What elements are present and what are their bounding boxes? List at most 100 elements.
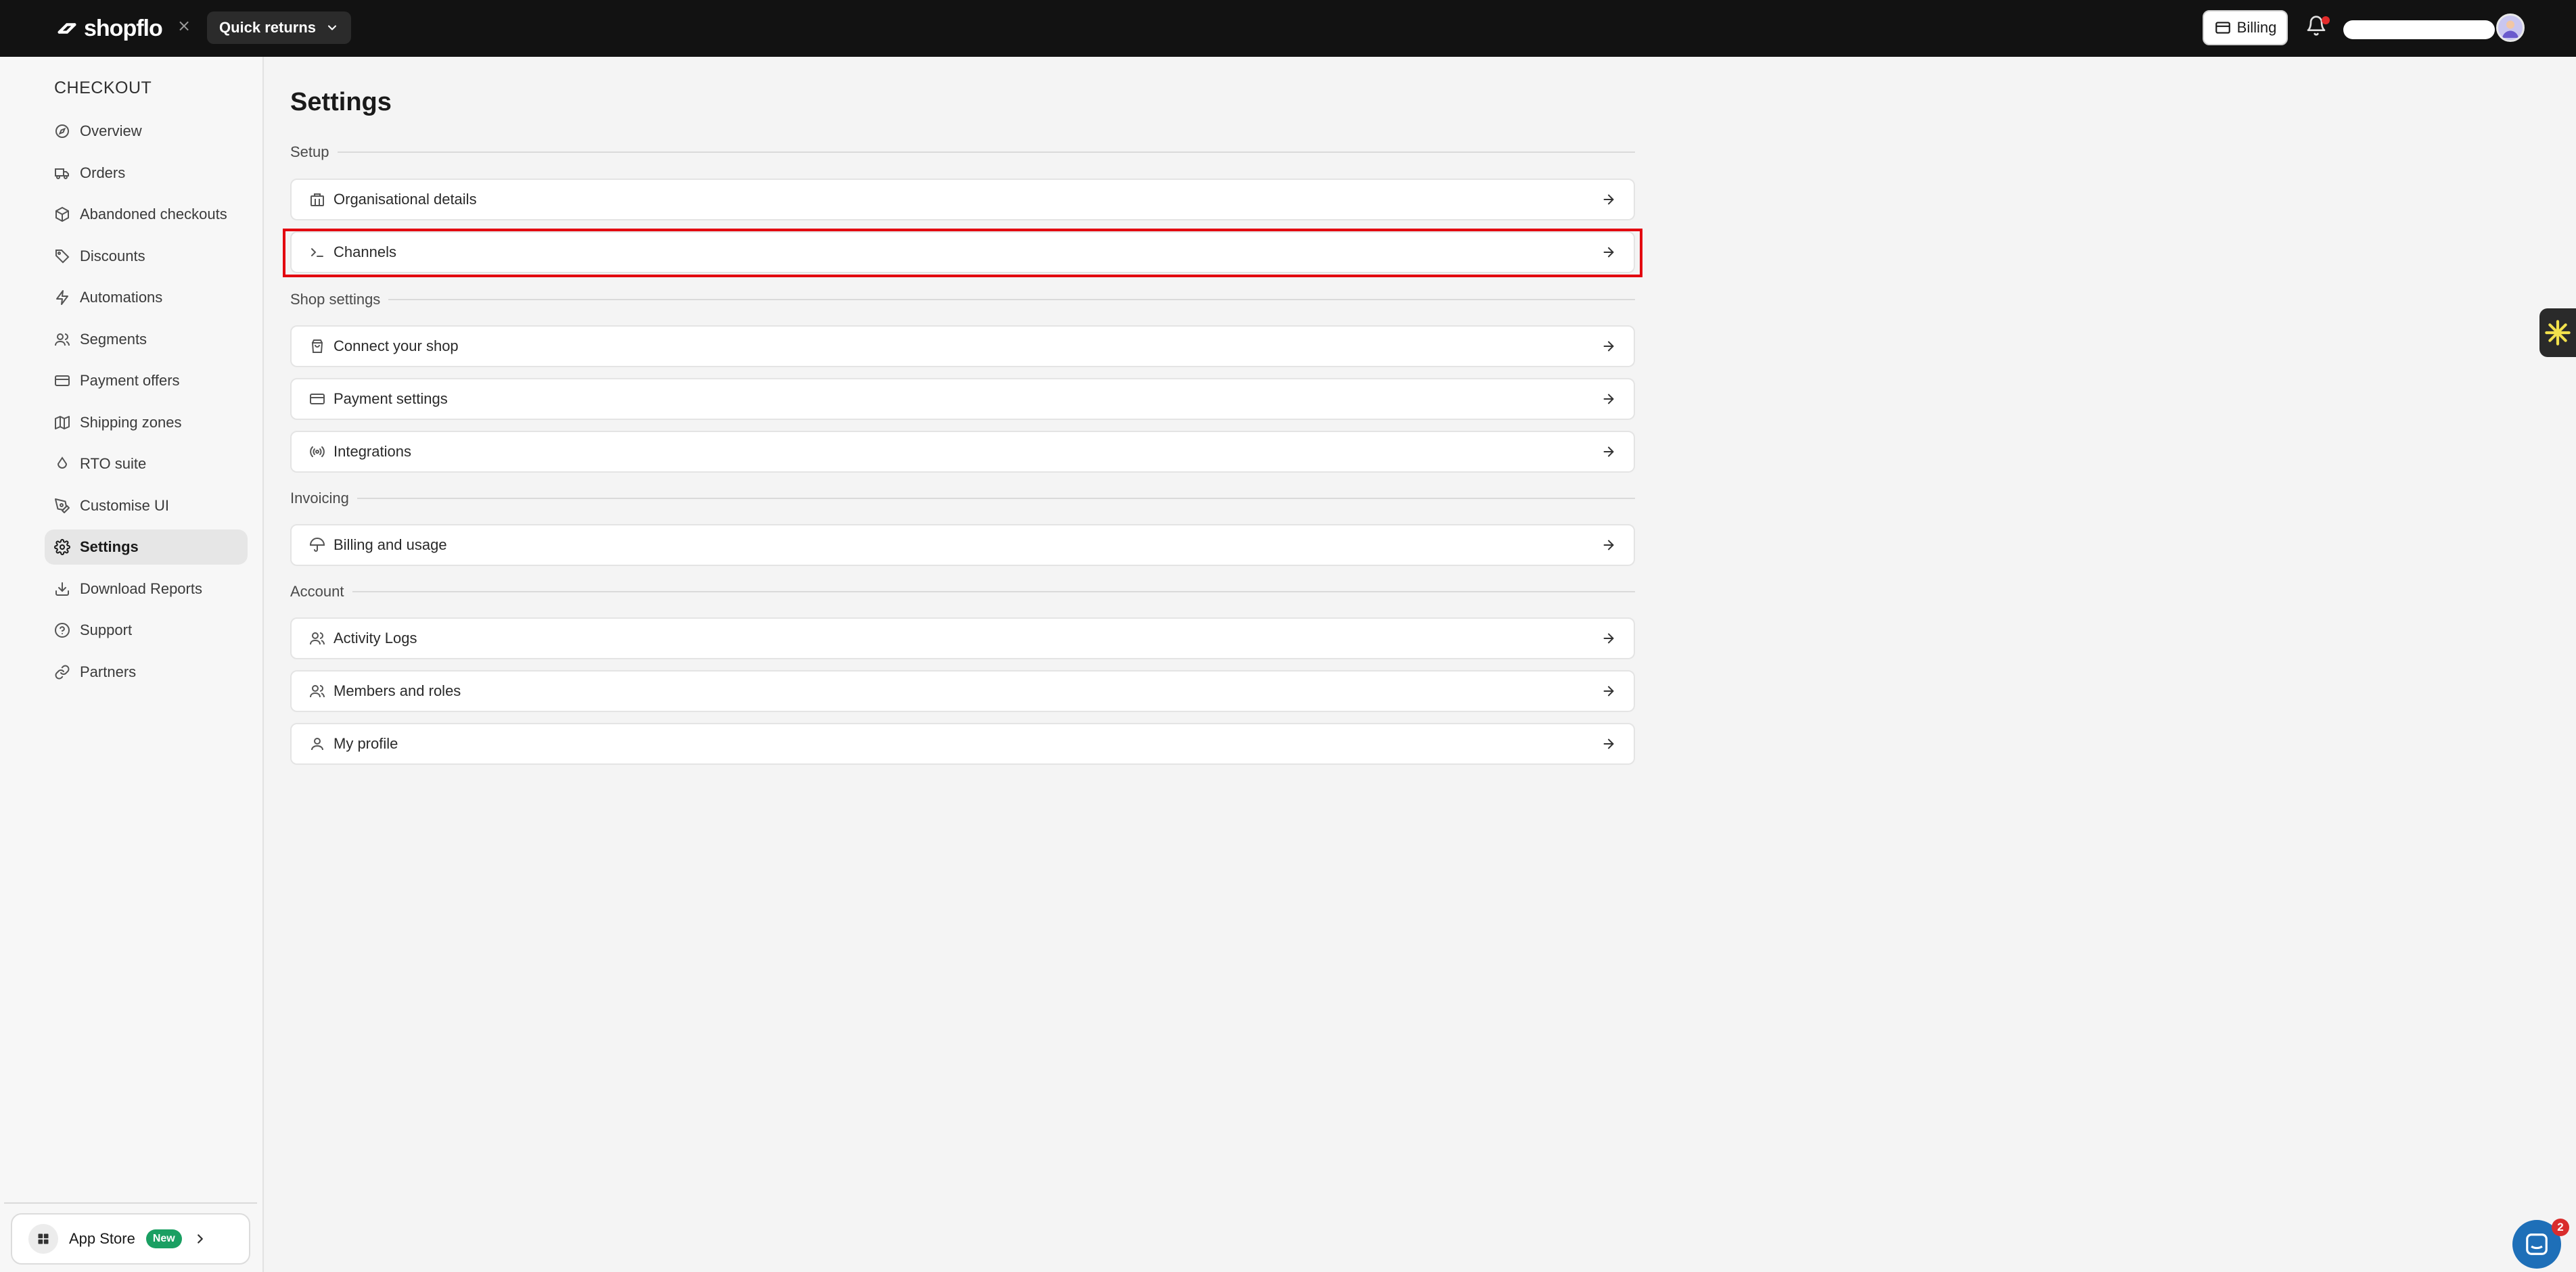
brand-logo[interactable]: shopflo <box>55 14 163 43</box>
building-icon <box>310 193 324 206</box>
top-bar: shopflo × Quick returns Billing <box>0 0 2576 57</box>
settings-row-label: Connect your shop <box>334 337 459 354</box>
sidebar-item-shipping-zones[interactable]: Shipping zones <box>45 405 248 440</box>
tag-icon <box>55 249 70 263</box>
shopping-bag-icon <box>311 339 323 353</box>
avatar[interactable] <box>2496 14 2525 42</box>
sidebar-item-label: Shipping zones <box>80 413 182 431</box>
arrow-right-icon <box>1603 194 1614 205</box>
sidebar-item-overview[interactable]: Overview <box>45 114 248 149</box>
sidebar-item-segments[interactable]: Segments <box>45 322 248 357</box>
chat-unread-badge: 2 <box>2552 1219 2569 1236</box>
divider <box>388 299 1635 300</box>
settings-row-payment-settings[interactable]: Payment settings <box>290 378 1635 420</box>
truck-icon <box>55 168 69 179</box>
user-avatar-icon <box>2502 20 2518 38</box>
section-header-setup: Setup <box>290 143 1635 161</box>
download-icon <box>55 582 69 596</box>
sidebar-item-discounts[interactable]: Discounts <box>45 239 248 274</box>
arrow-right-icon <box>1603 686 1614 697</box>
help-circle-icon <box>55 623 70 638</box>
section-label: Shop settings <box>290 291 381 308</box>
users-icon <box>310 685 325 698</box>
sidebar-item-automations[interactable]: Automations <box>45 280 248 315</box>
credit-card-icon <box>2215 22 2230 34</box>
asterisk-icon <box>2545 320 2571 346</box>
bolt-icon <box>56 290 68 305</box>
umbrella-icon <box>309 538 325 552</box>
sidebar-heading: CHECKOUT <box>54 78 152 97</box>
section-header-account: Account <box>290 583 1635 600</box>
users-icon <box>310 632 325 645</box>
section-header-shop-settings: Shop settings <box>290 291 1635 308</box>
billing-label: Billing <box>2236 19 2277 36</box>
sidebar-item-label: Download Reports <box>80 580 202 597</box>
settings-row-channels[interactable]: Channels <box>290 231 1635 273</box>
sidebar-item-label: Overview <box>80 122 142 139</box>
radio-icon <box>310 446 325 457</box>
app-store-label: App Store <box>69 1230 135 1247</box>
credit-card-icon <box>310 394 325 404</box>
settings-row-label: Payment settings <box>334 390 448 407</box>
notification-dot <box>2322 16 2330 24</box>
section-label: Invoicing <box>290 490 349 507</box>
settings-row-label: Channels <box>334 243 396 260</box>
sidebar-item-partners[interactable]: Partners <box>45 655 248 690</box>
sidebar-item-label: RTO suite <box>80 455 147 472</box>
sidebar-item-label: Orders <box>80 164 126 181</box>
store-name: Quick returns <box>219 19 317 36</box>
sidebar-item-support[interactable]: Support <box>45 613 248 648</box>
user-name-field[interactable] <box>2343 20 2495 39</box>
settings-row-billing-and-usage[interactable]: Billing and usage <box>290 524 1635 566</box>
sidebar-item-label: Automations <box>80 289 163 306</box>
sidebar-item-label: Settings <box>80 538 139 555</box>
divider <box>352 591 1635 592</box>
sidebar-item-download-reports[interactable]: Download Reports <box>45 571 248 607</box>
arrow-right-icon <box>1603 540 1614 550</box>
users-icon <box>55 333 70 346</box>
sidebar-item-label: Support <box>80 621 133 638</box>
settings-row-integrations[interactable]: Integrations <box>290 431 1635 473</box>
settings-row-label: Billing and usage <box>334 536 447 553</box>
settings-row-members-and-roles[interactable]: Members and roles <box>290 670 1635 712</box>
arrow-right-icon <box>1603 394 1614 404</box>
arrow-right-icon <box>1603 633 1614 644</box>
chat-icon <box>2526 1233 2548 1255</box>
sidebar-item-label: Payment offers <box>80 372 180 389</box>
box-icon <box>55 206 69 222</box>
notifications-button[interactable] <box>2305 15 2330 39</box>
app-store-button[interactable]: App Store New <box>11 1213 250 1265</box>
sidebar: CHECKOUT Overview Orders Abandoned check… <box>0 57 264 1272</box>
billing-button[interactable]: Billing <box>2203 10 2288 45</box>
grid-icon <box>28 1224 58 1254</box>
settings-row-connect-your-shop[interactable]: Connect your shop <box>290 325 1635 367</box>
settings-row-label: Activity Logs <box>334 630 417 646</box>
map-icon <box>55 415 70 429</box>
store-switcher[interactable]: Quick returns <box>207 11 352 44</box>
new-badge: New <box>145 1229 182 1248</box>
settings-row-label: Members and roles <box>334 682 461 699</box>
settings-row-my-profile[interactable]: My profile <box>290 723 1635 765</box>
sidebar-item-orders[interactable]: Orders <box>45 156 248 191</box>
brand-name: shopflo <box>84 15 163 41</box>
divider <box>337 151 1635 153</box>
arrow-right-icon <box>1603 341 1614 352</box>
droplet-icon <box>57 456 68 469</box>
chevron-right-icon <box>197 1234 203 1244</box>
sidebar-item-abandoned-checkouts[interactable]: Abandoned checkouts <box>45 197 248 232</box>
sidebar-item-rto-suite[interactable]: RTO suite <box>45 446 248 481</box>
settings-row-activity-logs[interactable]: Activity Logs <box>290 617 1635 659</box>
settings-row-label: Organisational details <box>334 191 477 208</box>
sidebar-item-payment-offers[interactable]: Payment offers <box>45 363 248 398</box>
section-header-invoicing: Invoicing <box>290 490 1635 507</box>
gear-icon <box>54 539 70 555</box>
compass-icon <box>55 124 69 138</box>
sidebar-item-settings[interactable]: Settings <box>45 529 248 565</box>
settings-row-organisational-details[interactable]: Organisational details <box>290 179 1635 220</box>
feedback-side-tab[interactable] <box>2539 308 2576 357</box>
divider <box>356 498 1635 499</box>
sidebar-item-customise-ui[interactable]: Customise UI <box>45 488 248 523</box>
close-icon[interactable]: × <box>177 16 191 35</box>
section-label: Setup <box>290 143 329 160</box>
sidebar-item-label: Customise UI <box>80 496 170 514</box>
